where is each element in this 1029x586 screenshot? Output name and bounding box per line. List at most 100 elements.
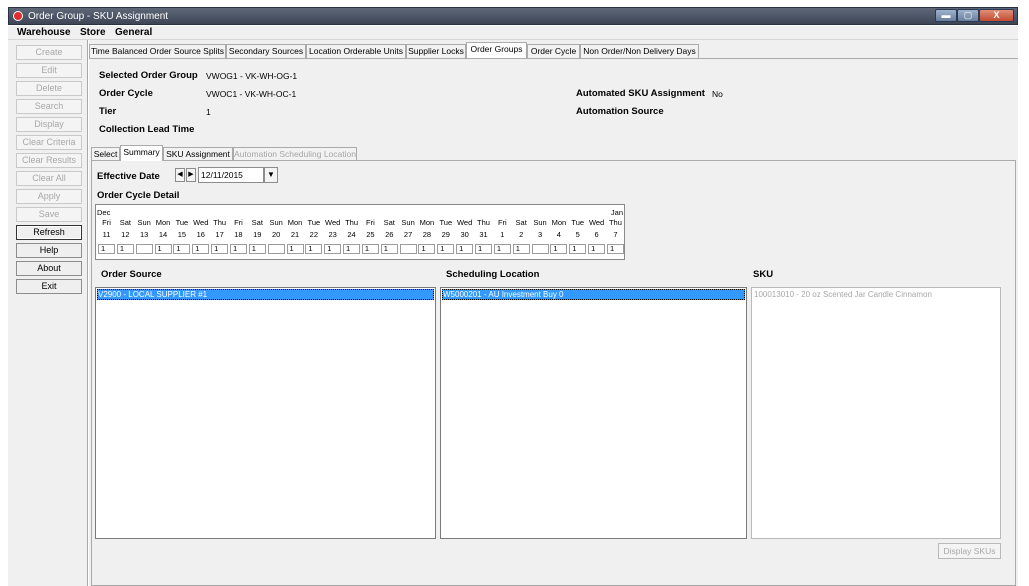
calendar-value-cell[interactable]: 1 [418, 244, 436, 254]
calendar-date: 6 [594, 230, 599, 239]
automated-sku-assignment-label: Automated SKU Assignment [576, 88, 705, 99]
calendar-date: 25 [366, 230, 375, 239]
calendar-value-cell[interactable]: 1 [173, 244, 191, 254]
calendar-value-cell[interactable]: 1 [286, 244, 304, 254]
calendar-day-of-week: Fri [497, 218, 507, 227]
create-button[interactable]: Create [16, 45, 82, 60]
calendar-value-cell[interactable] [267, 244, 285, 254]
calendar-value-cell[interactable]: 1 [512, 244, 530, 254]
scheduling-location-list[interactable]: W5000201 - AU Investment Buy 0 [440, 287, 747, 539]
calendar-value-cell[interactable]: 1 [606, 244, 624, 254]
calendar-value-cell[interactable]: 1 [437, 244, 455, 254]
collection-lead-time-label: Collection Lead Time [99, 124, 195, 135]
tab-non-order-non-delivery-days[interactable]: Non Order/Non Delivery Days [580, 44, 699, 58]
tab-location-orderable-units[interactable]: Location Orderable Units [306, 44, 406, 58]
calendar-date: 14 [158, 230, 168, 239]
calendar-day-of-week: Thu [477, 218, 490, 227]
calendar-date: 28 [422, 230, 432, 239]
calendar-date: 19 [253, 230, 262, 239]
calendar-day-of-week: Wed [193, 218, 209, 227]
tab-secondary-sources[interactable]: Secondary Sources [226, 44, 306, 58]
next-date-button[interactable]: ▶ [186, 168, 196, 182]
calendar-value-cell[interactable]: 1 [361, 244, 379, 254]
order-cycle-calendar: Dec Jan Fri 11 1 Sat 12 1 Sun 13 Mon 14 1 Tue 15 1 Wed… [95, 204, 625, 260]
edit-button[interactable]: Edit [16, 63, 82, 78]
tier-value: 1 [206, 107, 211, 117]
subtab-sku-assignment[interactable]: SKU Assignment [163, 147, 233, 161]
search-button[interactable]: Search [16, 99, 82, 114]
calendar-value-cell[interactable]: 1 [248, 244, 266, 254]
calendar-value-cell[interactable]: 1 [324, 244, 342, 254]
menu-warehouse[interactable]: Warehouse [17, 27, 71, 38]
calendar-value-cell[interactable]: 1 [154, 244, 172, 254]
calendar-date: 7 [613, 230, 618, 239]
calendar-value-cell[interactable]: 1 [550, 244, 568, 254]
calendar-date: 30 [460, 230, 469, 239]
order-source-list[interactable]: V2900 - LOCAL SUPPLIER #1 [95, 287, 436, 539]
calendar-date: 22 [309, 230, 319, 239]
calendar-value-cell[interactable]: 1 [475, 244, 492, 254]
minimize-button[interactable]: ▬ [935, 9, 957, 22]
exit-button[interactable]: Exit [16, 279, 82, 294]
help-button[interactable]: Help [16, 243, 82, 258]
calendar-date: 3 [537, 230, 543, 239]
calendar-value-cell[interactable] [135, 244, 153, 254]
calendar-value-cell[interactable]: 1 [493, 244, 511, 254]
subtab-select[interactable]: Select [91, 147, 120, 161]
subtab-automation-scheduling-location[interactable]: Automation Scheduling Location [233, 147, 357, 161]
save-button[interactable]: Save [16, 207, 82, 222]
about-button[interactable]: About [16, 261, 82, 276]
sku-list[interactable]: 100013010 - 20 oz Scented Jar Candle Cin… [751, 287, 1001, 539]
calendar-value-cell[interactable]: 1 [380, 244, 398, 254]
delete-button[interactable]: Delete [16, 81, 82, 96]
order-source-item[interactable]: V2900 - LOCAL SUPPLIER #1 [97, 289, 434, 300]
calendar-value-cell[interactable]: 1 [305, 244, 323, 254]
calendar-value-cell[interactable]: 1 [211, 244, 229, 254]
date-dropdown-button[interactable]: ▼ [264, 167, 278, 183]
menu-bar: Warehouse Store General [8, 26, 1018, 40]
refresh-button[interactable]: Refresh [16, 225, 82, 240]
calendar-day-of-week: Mon [287, 218, 303, 227]
maximize-button[interactable]: ▢ [957, 9, 979, 22]
calendar-day-of-week: Fri [234, 218, 243, 227]
calendar-value-cell[interactable] [531, 244, 549, 254]
scheduling-location-item[interactable]: W5000201 - AU Investment Buy 0 [442, 289, 745, 300]
sku-item[interactable]: 100013010 - 20 oz Scented Jar Candle Cin… [753, 289, 999, 300]
clear-criteria-button[interactable]: Clear Criteria [16, 135, 82, 150]
calendar-day-of-week: Sun [401, 218, 415, 227]
calendar-date: 20 [271, 230, 281, 239]
calendar-day-of-week: Wed [588, 218, 605, 227]
tab-order-groups[interactable]: Order Groups [466, 42, 527, 58]
apply-button[interactable]: Apply [16, 189, 82, 204]
calendar-date: 27 [403, 230, 413, 239]
calendar-day-of-week: Tue [571, 218, 585, 227]
tab-order-cycle[interactable]: Order Cycle [527, 44, 580, 58]
calendar-value-cell[interactable]: 1 [456, 244, 474, 254]
calendar-day-of-week: Thu [213, 218, 227, 227]
subtab-summary[interactable]: Summary [120, 145, 163, 161]
tab-supplier-locks[interactable]: Supplier Locks [406, 44, 466, 58]
effective-date-input[interactable]: 12/11/2015 [198, 167, 264, 183]
display-button[interactable]: Display [16, 117, 82, 132]
calendar-value-cell[interactable]: 1 [569, 244, 587, 254]
calendar-day-of-week: Sun [137, 218, 151, 227]
calendar-value-cell[interactable]: 1 [343, 244, 361, 254]
menu-store[interactable]: Store [80, 27, 106, 38]
calendar-value-cell[interactable]: 1 [192, 244, 210, 254]
tab-time-balanced-order-source-splits[interactable]: Time Balanced Order Source Splits [89, 44, 226, 58]
prev-date-button[interactable]: ◀ [175, 168, 185, 182]
calendar-value-cell[interactable]: 1 [588, 244, 606, 254]
clear-all-button[interactable]: Clear All [16, 171, 82, 186]
clear-results-button[interactable]: Clear Results [16, 153, 82, 168]
menu-general[interactable]: General [115, 27, 152, 38]
calendar-day-of-week: Fri [102, 218, 111, 227]
scheduling-location-label: Scheduling Location [446, 269, 540, 280]
calendar-date: 11 [102, 230, 111, 239]
calendar-value-cell[interactable]: 1 [116, 244, 134, 254]
calendar-value-cell[interactable]: 1 [229, 244, 247, 254]
close-button[interactable]: X [979, 9, 1014, 22]
calendar-value-cell[interactable]: 1 [98, 244, 115, 254]
calendar-day-of-week: Fri [366, 218, 375, 227]
display-skus-button[interactable]: Display SKUs [938, 543, 1001, 559]
calendar-value-cell[interactable] [399, 244, 417, 254]
